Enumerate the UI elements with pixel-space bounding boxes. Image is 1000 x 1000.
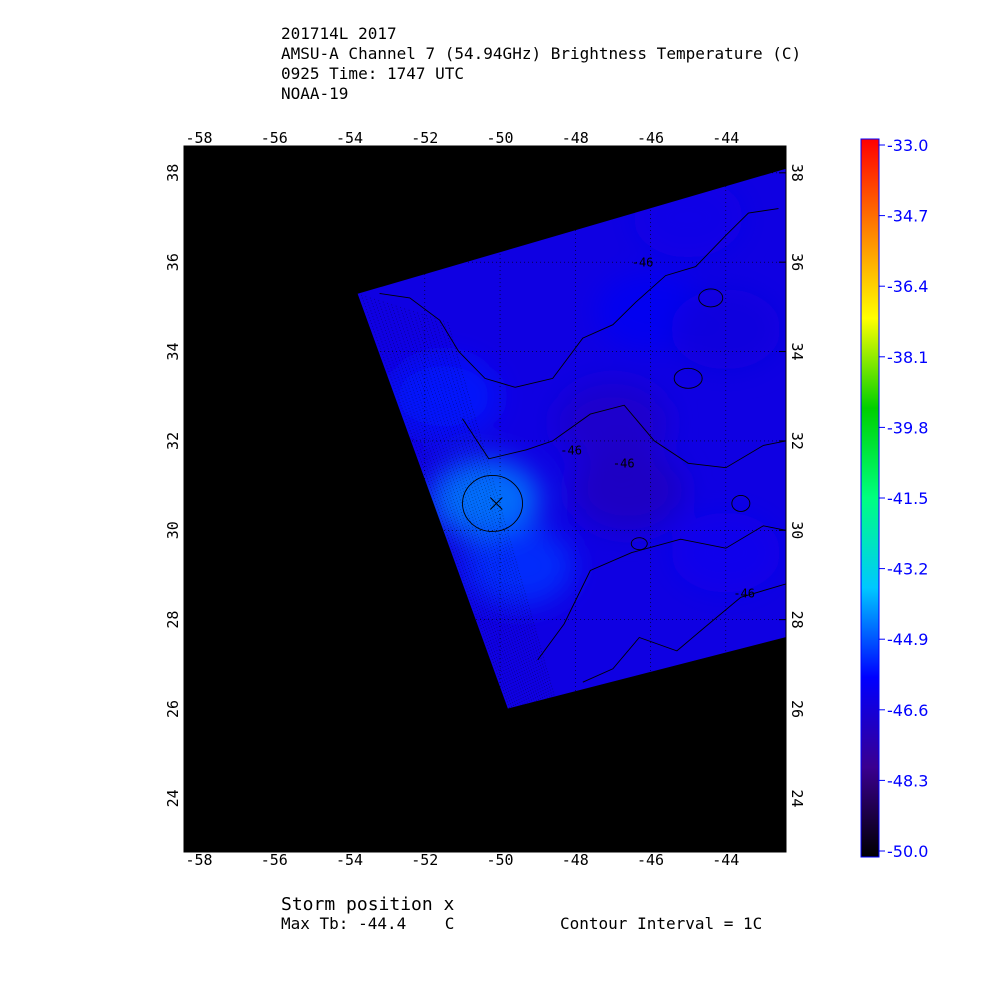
field-sample-mark <box>670 512 781 593</box>
x-tick-label-bottom: -44 <box>712 851 739 869</box>
colorbar-label: -33.0 <box>887 136 928 155</box>
colorbar-label: -38.1 <box>887 348 928 367</box>
x-tick-label-bottom: -46 <box>637 851 664 869</box>
y-tick-label-right: 32 <box>788 432 806 450</box>
y-tick-label-left: 26 <box>164 700 182 718</box>
chart-canvas: -46 -46 -46 -46 -58 -58 -56 -56 -54 -54 -52 -52 -50… <box>164 129 928 869</box>
y-tick-label-left: 32 <box>164 432 182 450</box>
y-tick-label-right: 34 <box>788 343 806 361</box>
x-tick-label-top: -52 <box>411 129 438 147</box>
y-tick-label-right: 30 <box>788 521 806 539</box>
contour-label: -46 <box>560 443 582 457</box>
x-tick-label-top: -50 <box>487 129 514 147</box>
x-tick-label-top: -48 <box>562 129 589 147</box>
x-tick-label-top: -56 <box>261 129 288 147</box>
y-tick-label-left: 30 <box>164 521 182 539</box>
max-tb-label: Max Tb: -44.4 C <box>281 914 455 933</box>
colorbar-label: -44.9 <box>887 630 928 649</box>
colorbar-label: -39.8 <box>887 418 928 437</box>
colorbar-label: -34.7 <box>887 207 928 226</box>
y-tick-label-right: 24 <box>788 789 806 807</box>
field-sample-mark <box>670 289 781 370</box>
x-tick-label-top: -46 <box>637 129 664 147</box>
x-tick-label-bottom: -56 <box>261 851 288 869</box>
y-tick-label-left: 38 <box>164 164 182 182</box>
field-sample-mark <box>463 526 574 607</box>
colorbar-label: -36.4 <box>887 277 928 296</box>
contour-label: -46 <box>613 457 635 471</box>
x-tick-label-bottom: -50 <box>487 851 514 869</box>
contour-interval-label: Contour Interval = 1C <box>560 914 763 933</box>
x-tick-label-top: -58 <box>186 129 213 147</box>
storm-position-label: Storm position x <box>281 894 455 915</box>
y-tick-label-right: 26 <box>788 700 806 718</box>
x-tick-label-top: -54 <box>336 129 363 147</box>
x-tick-label-bottom: -48 <box>562 851 589 869</box>
x-tick-label-bottom: -54 <box>336 851 363 869</box>
y-tick-label-left: 36 <box>164 253 182 271</box>
colorbar-label: -41.5 <box>887 489 928 508</box>
colorbar-gradient <box>860 138 880 858</box>
y-tick-label-left: 28 <box>164 611 182 629</box>
x-tick-label-bottom: -58 <box>186 851 213 869</box>
y-tick-label-right: 36 <box>788 253 806 271</box>
y-tick-label-left: 34 <box>164 343 182 361</box>
colorbar-label: -50.0 <box>887 842 928 861</box>
y-tick-label-right: 38 <box>788 164 806 182</box>
contour-label: -46 <box>733 586 755 600</box>
y-tick-label-left: 24 <box>164 789 182 807</box>
y-tick-label-right: 28 <box>788 611 806 629</box>
colorbar-label: -43.2 <box>887 560 928 579</box>
x-tick-label-bottom: -52 <box>411 851 438 869</box>
x-tick-label-top: -44 <box>712 129 739 147</box>
colorbar-label: -48.3 <box>887 771 928 790</box>
colorbar-label: -46.6 <box>887 701 928 720</box>
contour-label: -46 <box>632 256 654 270</box>
